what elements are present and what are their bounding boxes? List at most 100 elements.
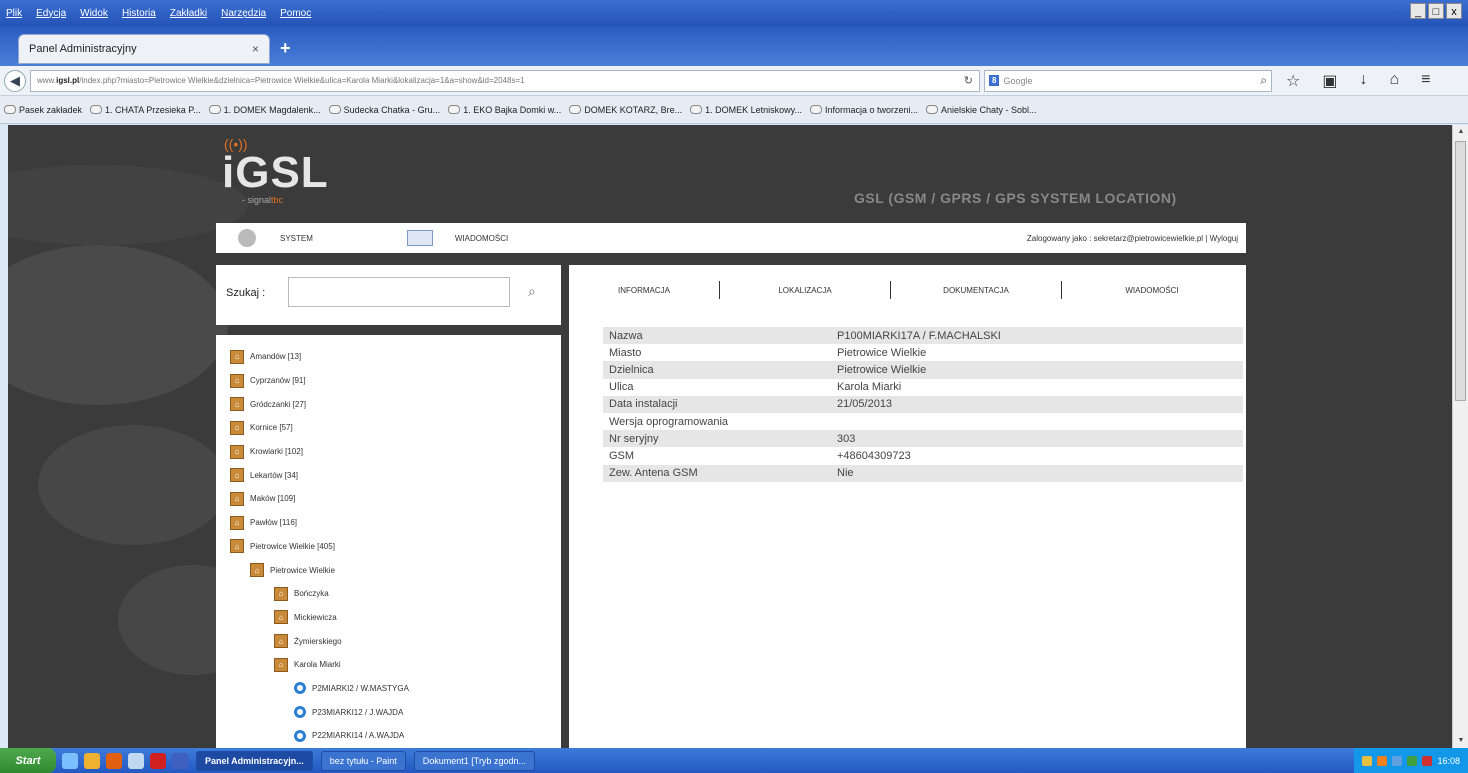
nav-messages[interactable]: WIADOMOŚCI [406, 230, 508, 246]
bookmark-item[interactable]: 1. EKO Bajka Domki w... [448, 105, 561, 115]
login-info[interactable]: Zalogowany jako : sekretarz@pietrowicewi… [1027, 234, 1238, 243]
menu-icon[interactable]: ≡ [1421, 71, 1430, 91]
scroll-down-icon[interactable]: ▼ [1453, 734, 1468, 748]
flame-icon [569, 105, 582, 114]
tree-item-label: Lekartów [34] [250, 470, 299, 480]
tree-item[interactable]: ⌂ Cyprzanów [91] [216, 369, 561, 393]
web-page: ((•)) iGSL - signaltbc GSL (GSM / GPRS /… [8, 125, 1452, 748]
site-logo[interactable]: ((•)) iGSL - signaltbc [222, 137, 329, 205]
page-icon [328, 105, 341, 114]
bookmark-item[interactable]: 1. DOMEK Letniskowy... [690, 105, 802, 115]
tab-close-icon[interactable]: × [252, 42, 259, 56]
bookmark-item[interactable]: Pasek zakładek [4, 105, 82, 115]
scroll-up-icon[interactable]: ▲ [1453, 125, 1468, 139]
tree-item[interactable]: ⌂ Karola Miarki [216, 653, 561, 677]
house-icon: ⌂ [230, 373, 244, 388]
tray-icon[interactable] [1377, 755, 1388, 766]
nav-system[interactable]: SYSTEM [238, 229, 313, 247]
bookmark-item[interactable]: Sudecka Chatka - Gru... [328, 105, 440, 115]
menu-bookmarks[interactable]: Zakładki [170, 8, 207, 19]
desktop-icon[interactable] [62, 752, 78, 769]
bookmark-icon [448, 105, 461, 114]
device-icon [294, 706, 306, 719]
tree-item[interactable]: ⌂ Bończyka [216, 582, 561, 606]
clipboard-icon[interactable]: ▣ [1322, 71, 1337, 91]
navigation-bar: ◀ www. igsl.pl/index.php?miasto=Pietrowic… [0, 66, 1468, 96]
back-arrow-icon[interactable]: ◀ [4, 69, 26, 92]
house-icon: ⌂ [250, 563, 264, 578]
network-icon[interactable] [1392, 755, 1403, 766]
volume-icon[interactable] [1422, 755, 1433, 766]
menu-file[interactable]: Plik [6, 8, 22, 19]
tree-item[interactable]: ⌂ Gródczanki [27] [216, 392, 561, 416]
reload-icon[interactable]: ↻ [964, 74, 973, 87]
grid-icon [809, 105, 822, 114]
pdf-icon[interactable] [150, 752, 166, 769]
menu-tools[interactable]: Narzędzia [221, 8, 266, 19]
house-icon: ⌂ [274, 634, 288, 649]
tree-item-label: Mickiewicza [294, 612, 337, 622]
taskbar-button[interactable]: Panel Administracyjn... [196, 750, 313, 771]
scrollbar-thumb[interactable] [1455, 141, 1466, 401]
address-bar[interactable]: www. igsl.pl/index.php?miasto=Pietrowice … [30, 69, 980, 92]
info-row: Nr seryjny 303 [603, 430, 1243, 448]
browser-icon[interactable] [84, 752, 100, 769]
minimize-button[interactable]: _ [1410, 3, 1426, 19]
tree-item[interactable]: ⌂ Kornice [57] [216, 416, 561, 440]
tray-icon[interactable] [1362, 755, 1373, 766]
tab-messages[interactable]: WIADOMOŚCI [1062, 286, 1242, 295]
tree-item[interactable]: ⌂ Pietrowice Wielkie [405] [216, 535, 561, 559]
tree-item[interactable]: ⌂ Mickiewicza [216, 606, 561, 630]
tree-item[interactable]: ⌂ Lekartów [34] [216, 463, 561, 487]
menu-help[interactable]: Pomoc [280, 8, 311, 19]
tree-item[interactable]: P22MIARKI14 / A.WAJDA [216, 724, 561, 748]
app-icon[interactable] [172, 752, 188, 769]
search-icon[interactable]: ⌕ [1260, 73, 1267, 88]
info-row: Data instalacji 21/05/2013 [603, 395, 1243, 413]
taskbar-button[interactable]: bez tytułu - Paint [320, 750, 406, 771]
tab-documentation[interactable]: DOKUMENTACJA [891, 286, 1061, 295]
bookmark-icon [90, 105, 103, 114]
new-tab-icon[interactable]: + [280, 38, 291, 59]
search-icon[interactable]: ⌕ [528, 283, 536, 300]
tree-item[interactable]: ⌂ Pawłów [116] [216, 511, 561, 535]
tab-information[interactable]: INFORMACJA [569, 286, 719, 295]
browser-tab-active[interactable]: Panel Administracyjny × [18, 34, 270, 64]
house-icon: ⌂ [230, 515, 244, 530]
home-icon[interactable]: ⌂ [1389, 71, 1399, 91]
close-window-button[interactable]: x [1446, 3, 1462, 19]
maximize-button[interactable]: □ [1428, 3, 1444, 19]
menu-history[interactable]: Historia [122, 8, 156, 19]
tree-item[interactable]: ⌂ Maków [109] [216, 487, 561, 511]
tab-location[interactable]: LOKALIZACJA [720, 286, 890, 295]
bookmark-item[interactable]: 1. DOMEK Magdalenk... [208, 105, 321, 115]
search-engine-bar[interactable]: 8 Google ⌕ [984, 69, 1272, 92]
tree-item[interactable]: ⌂ Amandów [13] [216, 345, 561, 369]
star-icon[interactable]: ☆ [1286, 71, 1300, 91]
tray-icon[interactable] [1407, 755, 1418, 766]
tree-item[interactable]: ⌂ Żymierskiego [216, 629, 561, 653]
bookmark-item[interactable]: Anielskie Chaty - Sobl... [926, 105, 1037, 115]
menu-edit[interactable]: Edycja [36, 8, 66, 19]
tree-item[interactable]: P2MIARKI2 / W.MASTYGA [216, 677, 561, 701]
info-key: Data instalacji [609, 398, 678, 411]
browser-menubar: Plik Edycja Widok Historia Zakładki Narz… [0, 0, 1468, 26]
media-icon[interactable] [128, 752, 144, 769]
bookmark-item[interactable]: DOMEK KOTARZ, Bre... [569, 105, 682, 115]
clock: 16:08 [1437, 755, 1460, 766]
page-scrollbar[interactable]: ▲ ▼ [1452, 125, 1468, 748]
angel-icon [926, 105, 939, 114]
menu-view[interactable]: Widok [80, 8, 108, 19]
tree-item[interactable]: ⌂ Pietrowice Wielkie [216, 558, 561, 582]
taskbar-button[interactable]: Dokument1 [Tryb zgodn... [413, 750, 535, 771]
tree-item[interactable]: P23MIARKI12 / J.WAJDA [216, 700, 561, 724]
download-icon[interactable]: ↓ [1359, 71, 1367, 91]
firefox-icon[interactable] [106, 752, 122, 769]
bookmark-item[interactable]: Informacja o tworzeni... [809, 105, 918, 115]
tree-item[interactable]: ⌂ Krowiarki [102] [216, 440, 561, 464]
tree-item-label: Pawłów [116] [250, 518, 297, 528]
start-button[interactable]: Start [0, 748, 56, 773]
bookmark-item[interactable]: 1. CHATA Przesieka P... [90, 105, 201, 115]
info-row: Nazwa P100MIARKI17A / F.MACHALSKI [603, 327, 1243, 345]
search-input[interactable] [288, 277, 510, 307]
